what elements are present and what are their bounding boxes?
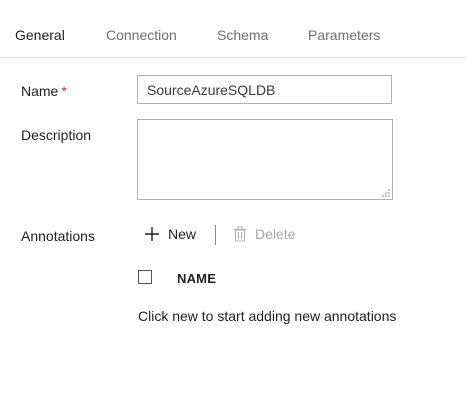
delete-annotation-button[interactable]: Delete (233, 226, 295, 242)
name-label-text: Name (21, 83, 59, 99)
annotations-label: Annotations (21, 228, 95, 244)
tab-connection[interactable]: Connection (106, 27, 177, 43)
delete-button-label: Delete (255, 226, 296, 242)
name-label: Name * (21, 83, 67, 99)
tab-bar: General Connection Schema Parameters (0, 0, 466, 58)
new-annotation-button[interactable]: New (144, 226, 196, 242)
select-all-checkbox[interactable] (138, 270, 152, 284)
description-label: Description (21, 127, 92, 143)
empty-annotations-hint: Click new to start adding new annotation… (138, 308, 397, 324)
tab-parameters[interactable]: Parameters (308, 27, 380, 43)
toolbar-divider (215, 225, 216, 245)
trash-icon (234, 226, 246, 242)
resize-grip-icon[interactable] (382, 189, 390, 197)
tab-schema[interactable]: Schema (217, 27, 268, 43)
plus-icon (145, 227, 159, 241)
new-button-label: New (168, 226, 197, 242)
required-marker: * (61, 83, 67, 99)
name-input[interactable] (137, 75, 392, 104)
tab-general[interactable]: General (15, 27, 65, 43)
column-header-name: NAME (177, 271, 217, 286)
description-textarea[interactable] (137, 119, 393, 200)
